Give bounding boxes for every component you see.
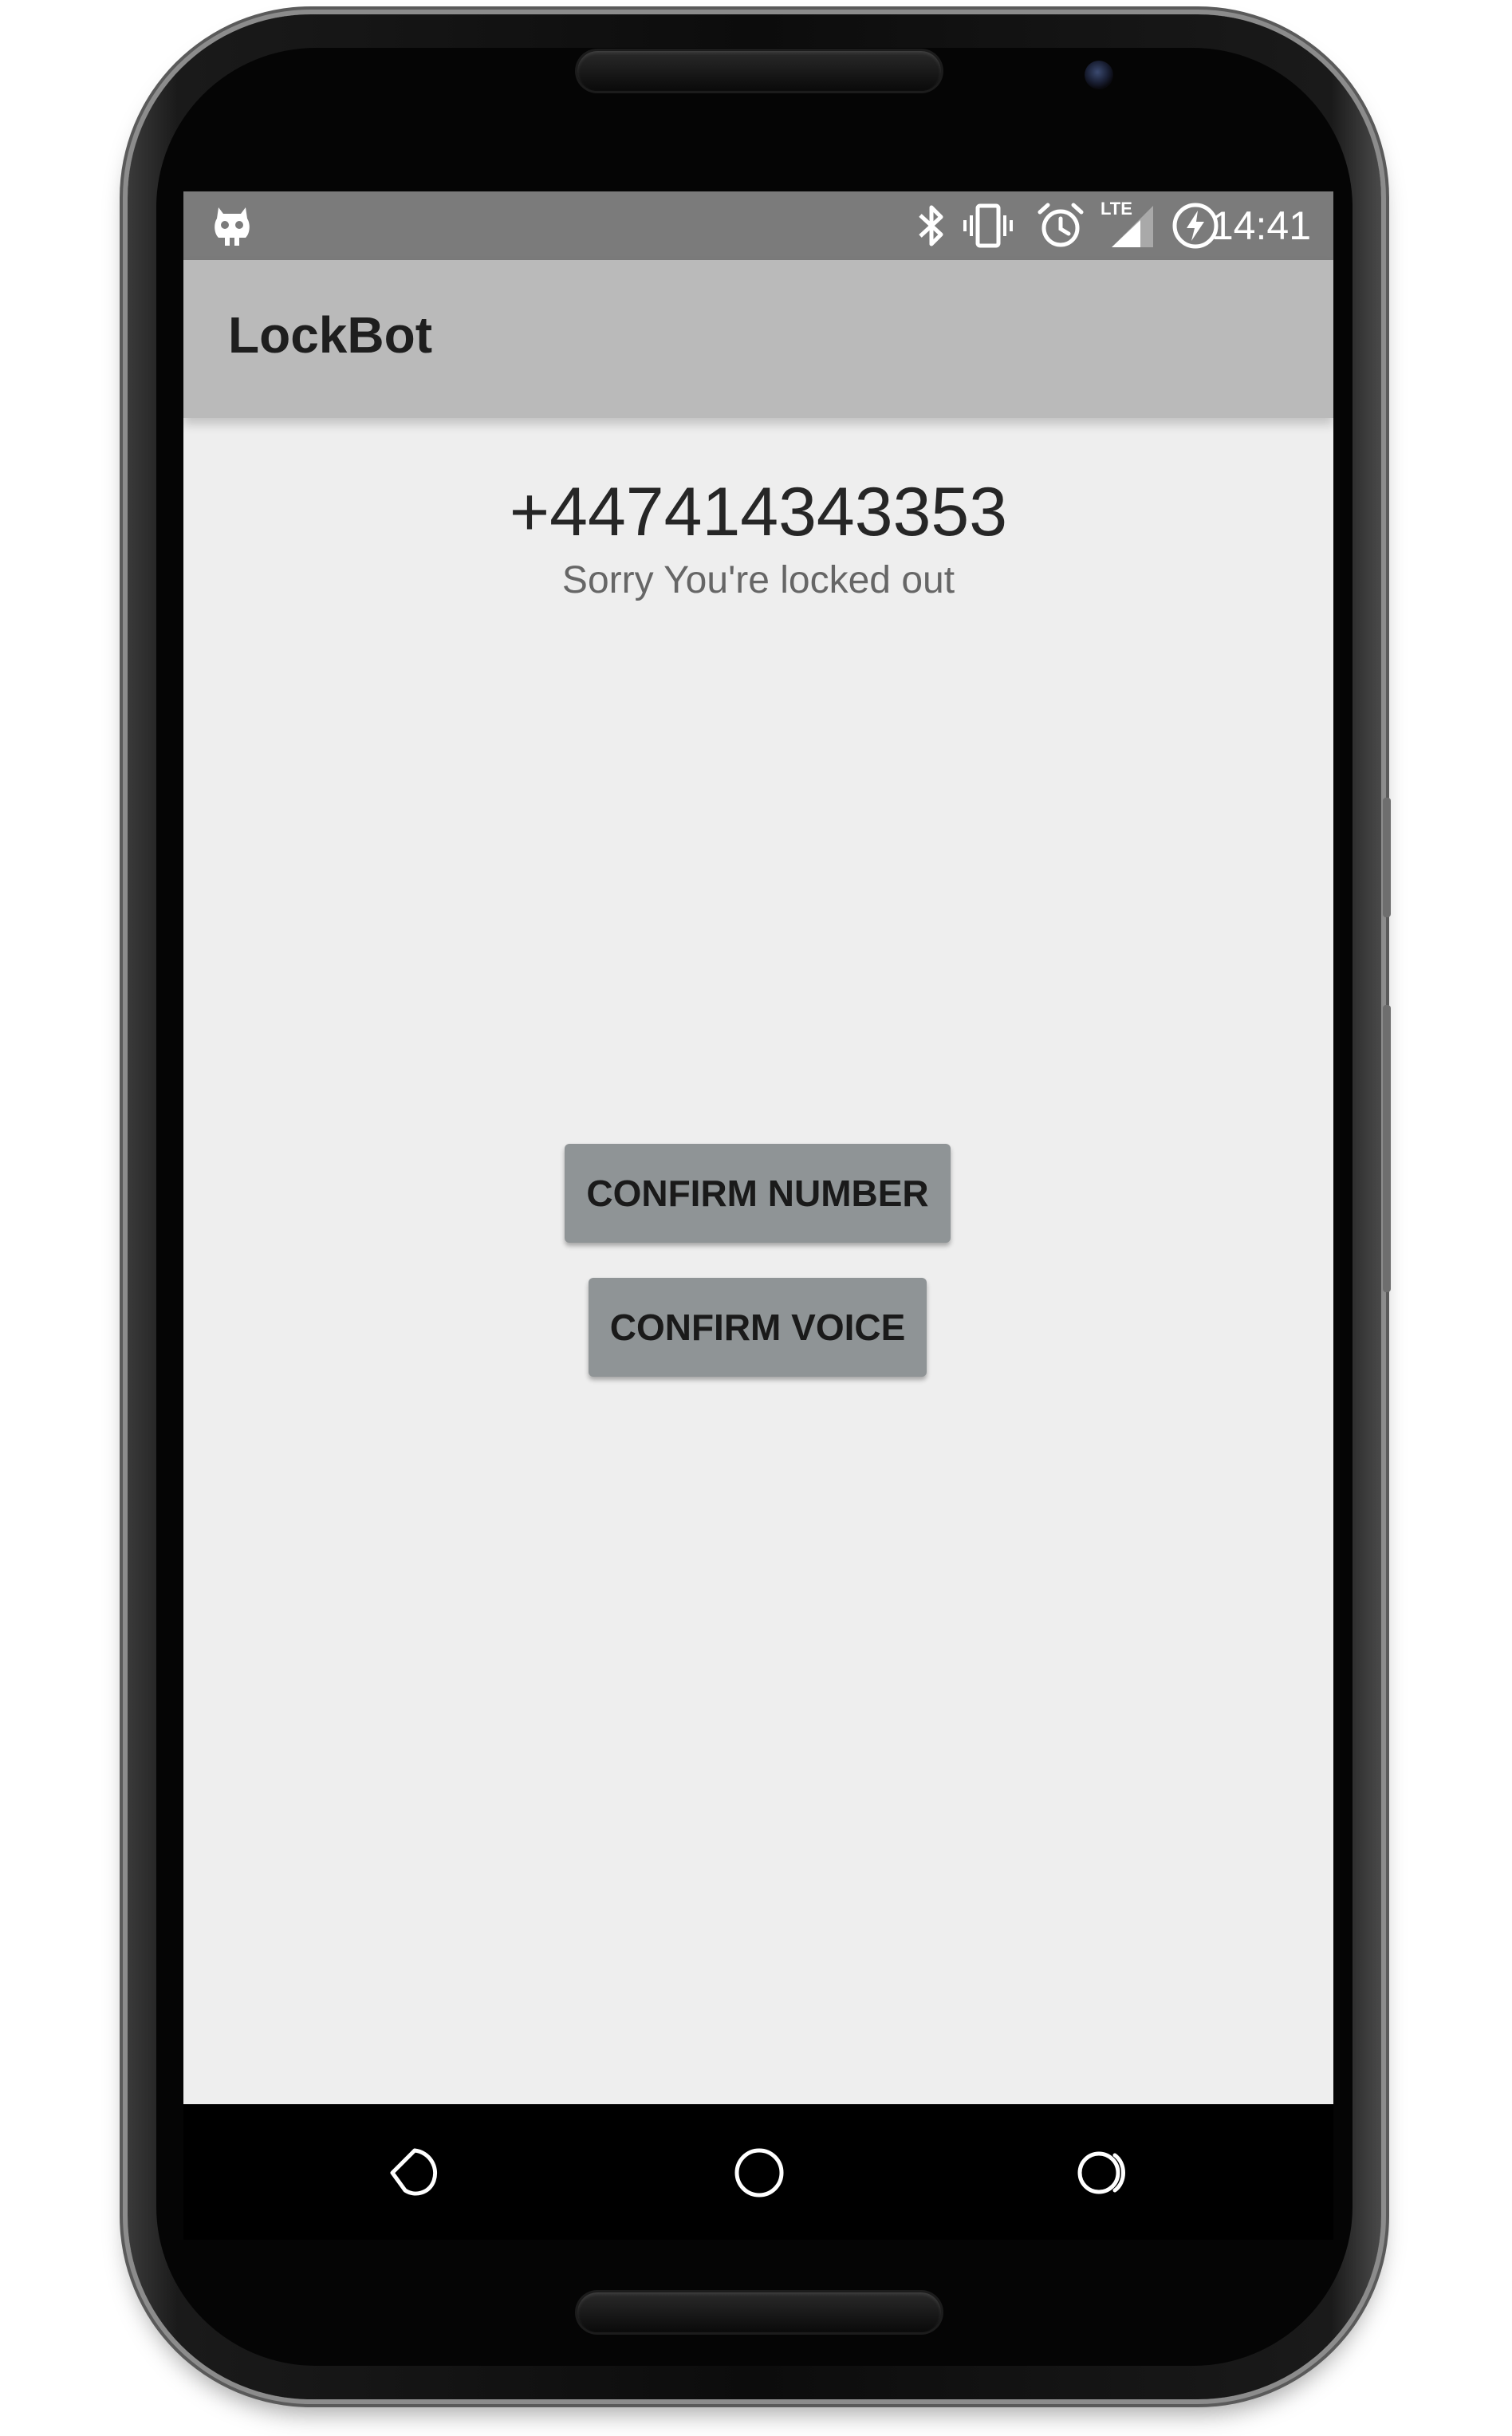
top-speaker-grille: [577, 51, 941, 91]
alarm-icon: [1038, 203, 1084, 247]
recents-icon[interactable]: [1072, 2141, 1136, 2205]
cyanogen-mascot-icon: [215, 207, 250, 246]
network-type-label: LTE: [1101, 199, 1132, 219]
locked-out-message: Sorry You're locked out: [561, 559, 955, 601]
bluetooth-icon: [919, 205, 943, 246]
power-key: [1383, 798, 1391, 917]
phone-number-text: +447414343353: [509, 474, 1008, 550]
back-icon[interactable]: [383, 2141, 447, 2205]
app-bar: LockBot: [183, 260, 1333, 418]
confirm-voice-button[interactable]: CONFIRM VOICE: [589, 1278, 927, 1377]
app-title: LockBot: [228, 306, 432, 364]
screen: LTE 14:41 LockBot +447414343353 Sorry Yo…: [183, 191, 1333, 2104]
lte-signal-icon: LTE: [1101, 199, 1156, 250]
navigation-bar: [183, 2104, 1333, 2240]
volume-key: [1383, 1005, 1391, 1292]
vibrate-icon: [963, 203, 1013, 248]
front-camera: [1085, 61, 1113, 89]
status-time: 14:41: [1211, 203, 1311, 248]
status-bar: LTE 14:41: [183, 191, 1333, 260]
bottom-speaker-grille: [577, 2292, 941, 2332]
home-icon[interactable]: [727, 2141, 791, 2205]
confirm-number-button[interactable]: CONFIRM NUMBER: [565, 1144, 951, 1243]
